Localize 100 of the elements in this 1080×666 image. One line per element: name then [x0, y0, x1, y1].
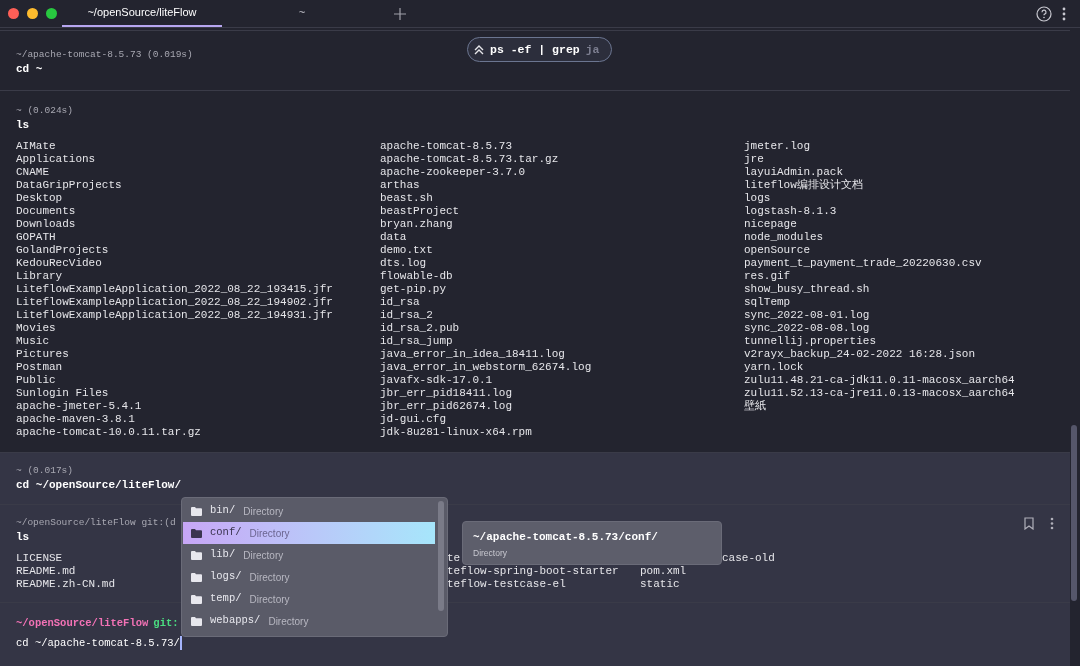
detail-path: ~/apache-tomcat-8.5.73/conf/ — [473, 530, 659, 544]
file-name: apache-tomcat-10.0.11.tar.gz — [16, 426, 201, 439]
minimize-window-icon[interactable] — [27, 8, 38, 19]
file-name: jd-gui.cfg — [380, 413, 446, 426]
file-name: Public — [16, 374, 56, 387]
file-name: LiteflowExampleApplication_2022_08_22_193415.jfr — [16, 283, 333, 296]
file-name: logs — [744, 192, 771, 205]
file-name: README.md — [16, 565, 76, 578]
file-name: java_error_in_webstorm_62674.log — [380, 361, 592, 374]
file-name: yarn.lock — [744, 361, 804, 374]
command-text: ls — [16, 530, 30, 545]
folder-icon — [191, 506, 202, 516]
more-options-icon[interactable] — [1062, 6, 1066, 21]
file-name: jre — [744, 153, 764, 166]
double-chevron-up-icon — [474, 44, 484, 55]
completion-item[interactable]: logs/ Directory — [183, 566, 435, 588]
close-window-icon[interactable] — [8, 8, 19, 19]
file-name: Downloads — [16, 218, 76, 231]
file-name: Library — [16, 270, 63, 283]
file-name: get-pip.py — [380, 283, 446, 296]
file-name: liteflow编排设计文档 — [744, 179, 863, 192]
file-name: apache-jmeter-5.4.1 — [16, 400, 142, 413]
command-text: ls — [16, 118, 30, 133]
completion-item[interactable]: temp/ Directory — [183, 588, 435, 610]
file-name: openSource — [744, 244, 810, 257]
scrollbar[interactable] — [438, 501, 444, 611]
file-name: beast.sh — [380, 192, 433, 205]
folder-icon — [191, 616, 202, 626]
file-name: id_rsa_2 — [380, 309, 433, 322]
file-name: apache-tomcat-8.5.73.tar.gz — [380, 153, 559, 166]
block-header: ~ (0.024s) — [16, 104, 73, 117]
folder-icon — [191, 550, 202, 560]
scrollbar[interactable] — [1071, 425, 1077, 601]
prompt-path: ~/openSource/liteFlow — [16, 616, 149, 631]
file-name: Movies — [16, 322, 56, 335]
help-icon[interactable] — [1036, 5, 1052, 22]
file-name: beastProject — [380, 205, 460, 218]
file-name: nicepage — [744, 218, 797, 231]
block-header: ~ (0.017s) — [16, 464, 73, 477]
file-name: jdk-8u281-linux-x64.rpm — [380, 426, 532, 439]
file-name: Documents — [16, 205, 76, 218]
file-name: README.zh-CN.md — [16, 578, 116, 591]
file-name: node_modules — [744, 231, 824, 244]
file-name: show_busy_thread.sh — [744, 283, 870, 296]
command-input[interactable]: cd ~/apache-tomcat-8.5.73/ — [16, 635, 180, 651]
file-name: case-old — [722, 552, 775, 565]
command-text: cd ~/openSource/liteFlow/ — [16, 478, 182, 493]
file-name: sync_2022-08-08.log — [744, 322, 870, 335]
file-name: zulu11.52.13-ca-jre11.0.13-macosx_aarch64 — [744, 387, 1015, 400]
file-name: Sunlogin Files — [16, 387, 109, 400]
file-name: Music — [16, 335, 49, 348]
file-name: logstash-8.1.3 — [744, 205, 837, 218]
file-name: sqlTemp — [744, 296, 791, 309]
completion-item[interactable]: bin/ Directory — [183, 500, 435, 522]
file-name: arthas — [380, 179, 420, 192]
block-header: ~/apache-tomcat-8.5.73 (0.019s) — [16, 48, 193, 61]
file-name: id_rsa_jump — [380, 335, 453, 348]
tab[interactable]: ~/openSource/liteFlow — [62, 0, 222, 27]
file-name: 壁紙 — [744, 400, 766, 413]
detail-type: Directory — [473, 547, 508, 560]
file-name: CNAME — [16, 166, 49, 179]
block-header: ~/openSource/liteFlow git:(d — [16, 516, 176, 529]
file-name: GolandProjects — [16, 244, 109, 257]
file-name: bryan.zhang — [380, 218, 453, 231]
file-name: DataGripProjects — [16, 179, 122, 192]
file-name: java_error_in_idea_18411.log — [380, 348, 565, 361]
file-name: zulu11.48.21-ca-jdk11.0.11-macosx_aarch64 — [744, 374, 1015, 387]
file-name: jbr_err_pid18411.log — [380, 387, 513, 400]
file-name: sync_2022-08-01.log — [744, 309, 870, 322]
file-name: teflow-testcase-el — [447, 578, 566, 591]
file-name: AIMate — [16, 140, 56, 153]
completion-item[interactable]: webapps/ Directory — [183, 610, 435, 632]
file-name: Desktop — [16, 192, 63, 205]
text-cursor — [179, 636, 182, 650]
file-name: jbr_err_pid62674.log — [380, 400, 513, 413]
folder-icon — [191, 528, 202, 538]
file-name: Applications — [16, 153, 96, 166]
plus-icon[interactable] — [394, 7, 406, 20]
tab[interactable]: ~ — [222, 0, 382, 27]
file-name: demo.txt — [380, 244, 433, 257]
search-suggestion: ja — [585, 41, 600, 58]
file-name: v2rayx_backup_24-02-2022 16:28.json — [744, 348, 976, 361]
completion-item[interactable]: conf/ Directory — [183, 522, 435, 544]
completion-item[interactable]: lib/ Directory — [183, 544, 435, 566]
folder-icon — [191, 594, 202, 604]
file-name: static — [640, 578, 680, 591]
bookmark-icon[interactable] — [1024, 517, 1034, 530]
file-name: dts.log — [380, 257, 427, 270]
file-name: LiteflowExampleApplication_2022_08_22_194902.jfr — [16, 296, 333, 309]
file-name: id_rsa_2.pub — [380, 322, 460, 335]
file-name: apache-maven-3.8.1 — [16, 413, 135, 426]
maximize-window-icon[interactable] — [46, 8, 57, 19]
file-name: teflow-spring-boot-starter — [447, 565, 619, 578]
search-query: ps -ef | grep — [490, 41, 580, 58]
history-search-pill[interactable]: ps -ef | grep ja — [467, 37, 612, 62]
file-name: GOPATH — [16, 231, 56, 244]
more-options-icon[interactable] — [1050, 517, 1054, 530]
command-text: cd ~ — [16, 62, 43, 77]
file-name: jmeter.log — [744, 140, 810, 153]
file-name: flowable-db — [380, 270, 453, 283]
